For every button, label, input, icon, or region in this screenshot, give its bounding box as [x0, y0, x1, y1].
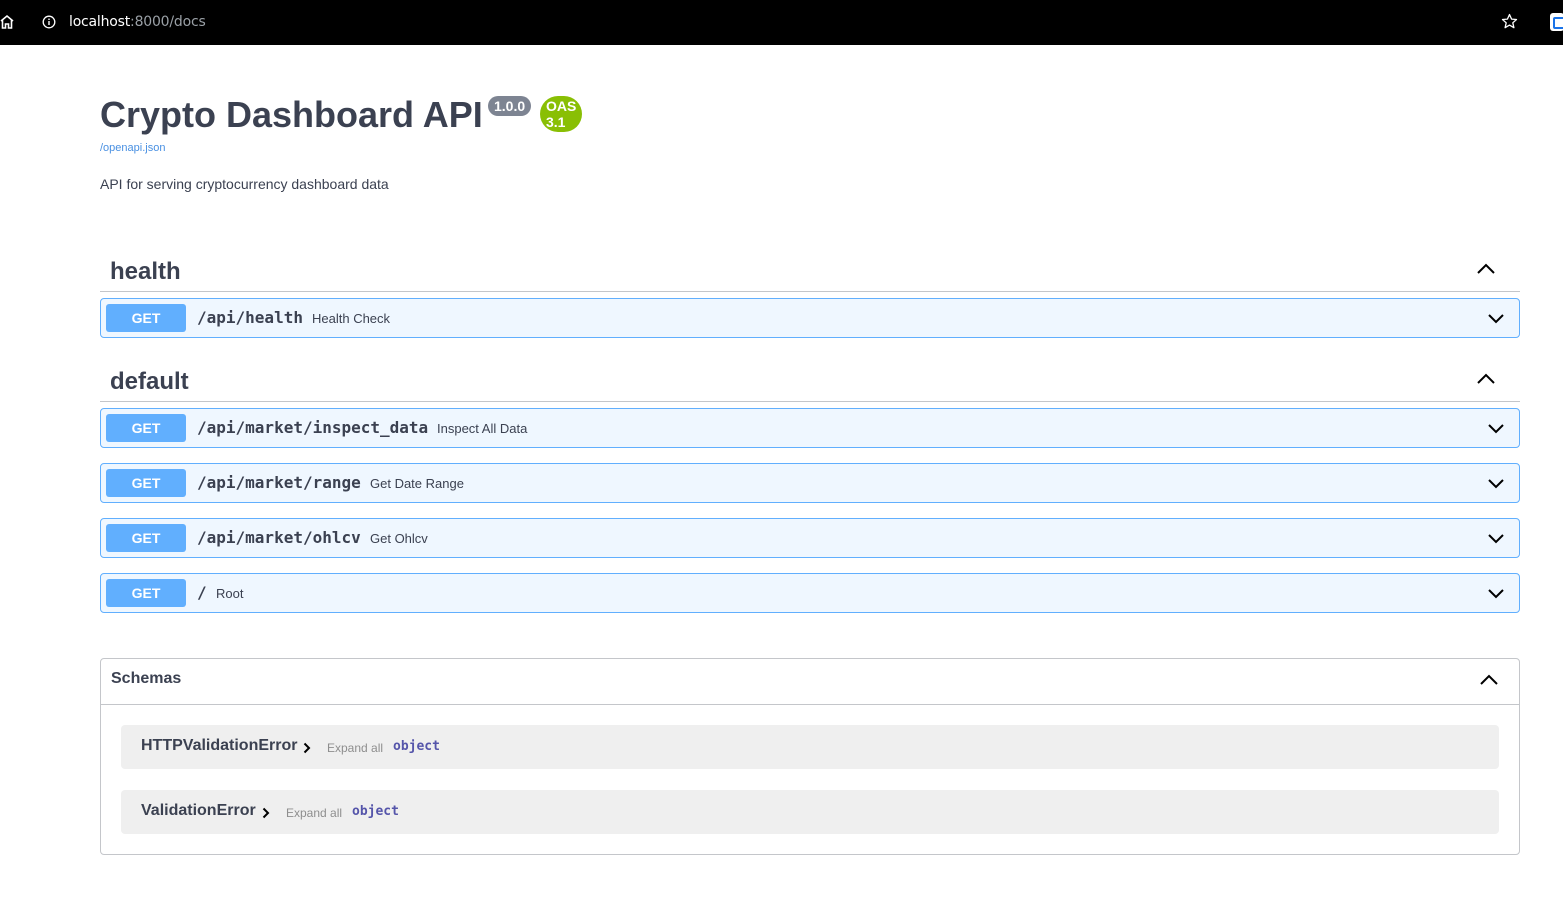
operation-summary: Root	[216, 586, 244, 601]
chevron-up-icon[interactable]	[1476, 372, 1496, 386]
method-badge: GET	[106, 304, 186, 332]
operation-get-market-ohlcv[interactable]: GET /api/market/ohlcv Get Ohlcv	[100, 518, 1520, 558]
tag-title: default	[110, 368, 189, 395]
model-name: HTTPValidationError	[141, 737, 298, 754]
chevron-down-icon[interactable]	[1487, 311, 1505, 325]
chevron-right-icon[interactable]	[262, 807, 270, 819]
tag-default-header[interactable]: default	[100, 356, 1520, 402]
openapi-json-link[interactable]: /openapi.json	[100, 142, 165, 154]
chevron-down-icon[interactable]	[1487, 421, 1505, 435]
model-type: object	[393, 739, 440, 754]
operation-summary: Inspect All Data	[437, 421, 528, 436]
operation-path: /	[197, 583, 207, 602]
method-badge: GET	[106, 524, 186, 552]
url-host: localhost	[69, 14, 131, 30]
bookmark-star-icon[interactable]	[1501, 13, 1518, 30]
operation-summary: Get Ohlcv	[370, 531, 428, 546]
expand-all-link[interactable]: Expand all	[327, 741, 383, 755]
method-badge: GET	[106, 414, 186, 442]
version-badge: 1.0.0	[488, 96, 532, 116]
method-badge: GET	[106, 579, 186, 607]
operation-summary: Get Date Range	[370, 476, 464, 491]
schemas-title: Schemas	[111, 670, 182, 687]
chevron-up-icon[interactable]	[1476, 262, 1496, 276]
chevron-down-icon[interactable]	[1487, 531, 1505, 545]
operation-get-inspect-data[interactable]: GET /api/market/inspect_data Inspect All…	[100, 408, 1520, 448]
api-info: Crypto Dashboard API 1.0.0 OAS 3.1	[100, 94, 583, 136]
address-bar[interactable]: localhost:8000/docs	[69, 14, 206, 30]
operation-get-root[interactable]: GET / Root	[100, 573, 1520, 613]
browser-toolbar: localhost:8000/docs	[0, 0, 1563, 45]
operation-get-api-health[interactable]: GET /api/health Health Check	[100, 298, 1520, 338]
site-info-icon[interactable]	[42, 15, 56, 29]
tag-title: health	[110, 258, 181, 285]
chevron-up-icon[interactable]	[1479, 673, 1499, 687]
home-icon[interactable]	[0, 14, 14, 30]
model-name: ValidationError	[141, 802, 256, 819]
model-type: object	[352, 804, 399, 819]
chevron-down-icon[interactable]	[1487, 586, 1505, 600]
extension-icon[interactable]	[1550, 13, 1563, 31]
operation-path: /api/market/ohlcv	[197, 528, 361, 547]
schema-model-validationerror[interactable]: ValidationError Expand all object	[121, 790, 1499, 834]
url-path: :8000/docs	[130, 14, 206, 30]
oas-badge: OAS 3.1	[540, 96, 583, 132]
api-title: Crypto Dashboard API	[100, 94, 483, 135]
schema-model-httpvalidationerror[interactable]: HTTPValidationError Expand all object	[121, 725, 1499, 769]
api-description: API for serving cryptocurrency dashboard…	[100, 176, 389, 192]
tag-health-header[interactable]: health	[100, 246, 1520, 292]
method-badge: GET	[106, 469, 186, 497]
operation-path: /api/market/inspect_data	[197, 418, 429, 437]
schemas-section: Schemas HTTPValidationError Expand all o…	[100, 658, 1520, 855]
operation-get-market-range[interactable]: GET /api/market/range Get Date Range	[100, 463, 1520, 503]
operation-path: /api/health	[197, 308, 303, 327]
chevron-down-icon[interactable]	[1487, 476, 1505, 490]
schemas-header[interactable]: Schemas	[101, 659, 1519, 705]
chevron-right-icon[interactable]	[303, 742, 311, 754]
operation-path: /api/market/range	[197, 473, 361, 492]
operation-summary: Health Check	[312, 311, 391, 326]
expand-all-link[interactable]: Expand all	[286, 806, 342, 820]
